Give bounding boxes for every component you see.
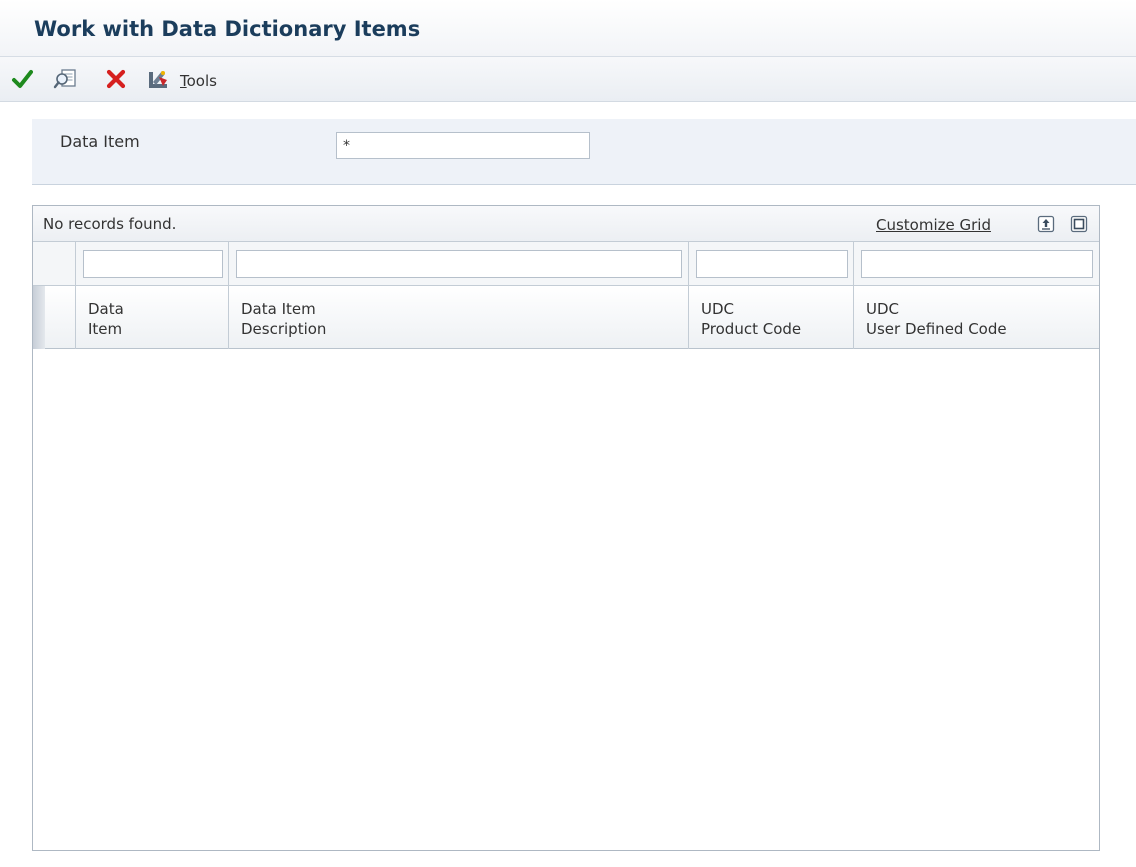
column-header-line2: Product Code (701, 320, 802, 338)
tools-icon[interactable] (144, 65, 172, 93)
column-header-line2: User Defined Code (866, 320, 1007, 338)
customize-grid-link[interactable]: Customize Grid (876, 216, 991, 234)
toolbar: Tools (0, 57, 1136, 102)
data-grid: No records found. Customize Grid Data It… (32, 205, 1100, 851)
grid-status: No records found. (43, 215, 177, 233)
search-panel: Data Item (32, 119, 1136, 185)
tools-menu[interactable]: Tools (180, 72, 217, 90)
filter-cell-product-code (688, 242, 853, 286)
filter-data-item-input[interactable] (83, 250, 223, 278)
query-by-example-row (33, 242, 1099, 286)
find-icon[interactable] (52, 65, 80, 93)
column-header-data-item[interactable]: Data Item (75, 286, 228, 349)
page-title: Work with Data Dictionary Items (34, 17, 421, 41)
grid-body (33, 349, 1099, 850)
filter-cell-description (228, 242, 688, 286)
filter-cell-user-defined-code (853, 242, 1099, 286)
column-header-product-code[interactable]: UDC Product Code (688, 286, 853, 349)
grid-toolbar: No records found. Customize Grid (33, 206, 1099, 242)
column-header-description[interactable]: Data Item Description (228, 286, 688, 349)
filter-description-input[interactable] (236, 250, 682, 278)
filter-product-code-input[interactable] (696, 250, 848, 278)
export-icon[interactable] (1036, 214, 1056, 234)
filter-cell-data-item (75, 242, 228, 286)
grid-header-row: Data Item Data Item Description UDC Prod… (33, 286, 1099, 349)
column-header-line1: UDC (701, 300, 735, 318)
data-item-label: Data Item (60, 132, 140, 151)
checkmark-icon[interactable] (8, 65, 36, 93)
column-header-line1: Data (88, 300, 124, 318)
tools-label: Tools (180, 72, 217, 90)
maximize-icon[interactable] (1069, 214, 1089, 234)
column-header-user-defined-code[interactable]: UDC User Defined Code (853, 286, 1099, 349)
close-icon[interactable] (102, 65, 130, 93)
column-header-line1: UDC (866, 300, 900, 318)
column-header-line2: Description (241, 320, 327, 338)
column-header-line1: Data Item (241, 300, 316, 318)
data-item-input[interactable] (336, 132, 590, 159)
title-bar: Work with Data Dictionary Items (0, 0, 1136, 57)
filter-user-defined-code-input[interactable] (861, 250, 1093, 278)
row-selector-header[interactable] (33, 286, 75, 349)
column-header-line2: Item (88, 320, 123, 338)
